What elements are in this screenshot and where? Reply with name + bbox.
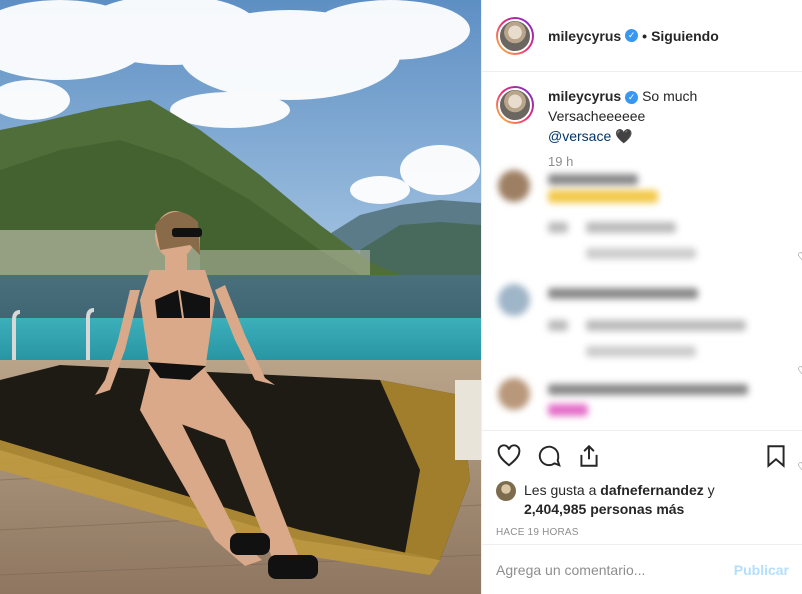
comment-like-icon[interactable]: ♡ [797,250,802,264]
caption: mileycyrus ✓ So much Versacheeeeee @versa… [496,86,788,146]
avatar[interactable] [496,86,534,124]
post-photo[interactable] [0,0,481,594]
verified-badge-icon: ✓ [625,29,639,42]
action-bar [496,441,789,471]
separator-dot: • [642,27,648,44]
post-actions: Les gusta a dafnefernandez y 2,404,985 p… [482,430,802,538]
heart-icon[interactable] [496,443,522,469]
caption-emoji: 🖤 [615,128,633,144]
comment-composer: Publicar [482,544,802,594]
username-link[interactable]: mileycyrus [548,28,621,44]
avatar[interactable] [496,481,516,501]
caption-mention[interactable]: @versace [548,128,611,144]
blurred-comment [496,170,796,265]
caption-time[interactable]: 19 h [548,154,788,169]
blurred-comment [496,378,796,433]
caption-text: mileycyrus ✓ So much Versacheeeeee @versa… [548,86,788,146]
blurred-comment [496,284,796,374]
comment-icon[interactable] [536,443,562,469]
comment-like-icon[interactable]: ♡ [797,364,802,378]
caption-username[interactable]: mileycyrus [548,88,621,104]
likes-count-link[interactable]: 2,404,985 personas más [524,501,684,517]
comments-list: mileycyrus ✓ So much Versacheeeeee @versa… [482,72,802,474]
post-timestamp[interactable]: HACE 19 HORAS [496,527,789,538]
verified-badge-icon: ✓ [625,90,639,104]
likes-summary: Les gusta a dafnefernandez y 2,404,985 p… [496,481,789,519]
post-header: mileycyrus ✓ • Siguiendo [482,0,802,72]
likes-user-link[interactable]: dafnefernandez [600,482,703,498]
likes-prefix: Les gusta a [524,482,597,498]
likes-and: y [707,482,715,498]
comment-input[interactable] [496,561,734,578]
likes-text: Les gusta a dafnefernandez y 2,404,985 p… [524,481,715,519]
share-icon[interactable] [576,443,602,469]
publish-button[interactable]: Publicar [734,562,789,578]
bookmark-icon[interactable] [763,443,789,469]
post-panel: mileycyrus ✓ • Siguiendo mileycyrus ✓ So … [481,0,802,594]
avatar[interactable] [496,16,534,55]
following-button[interactable]: Siguiendo [651,28,719,44]
